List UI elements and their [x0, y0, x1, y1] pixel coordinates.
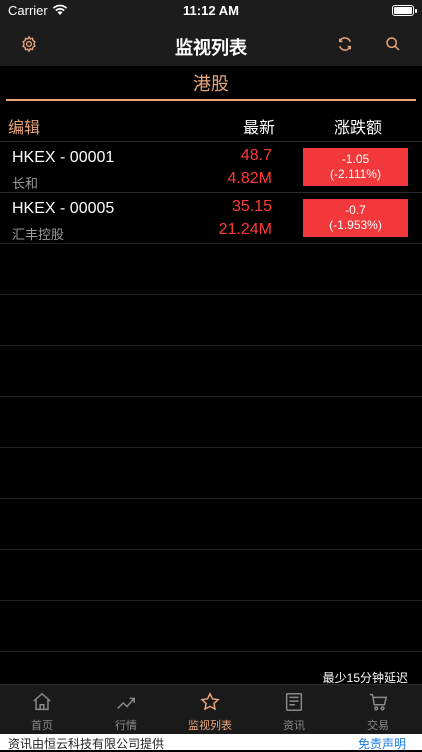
latest-column-header: 最新 — [243, 120, 276, 137]
tab-trade[interactable]: 交易 — [336, 685, 420, 735]
change-percent: (-2.111%) — [330, 167, 381, 181]
stock-price: 35.15 — [231, 198, 272, 215]
refresh-icon[interactable] — [334, 33, 356, 55]
empty-row — [0, 294, 422, 345]
search-icon[interactable] — [382, 33, 404, 55]
stock-row[interactable]: HKEX - 00001 长和 48.7 4.82M -1.05 (-2.111… — [0, 141, 422, 192]
battery-icon — [392, 5, 417, 16]
tab-market[interactable]: 行情 — [84, 685, 168, 735]
page-title: 监视列表 — [175, 38, 247, 58]
disclaimer-link[interactable]: 免责声明 — [358, 735, 406, 752]
trend-icon — [84, 691, 168, 713]
clock: 11:12 AM — [183, 3, 239, 18]
stock-volume: 4.82M — [227, 170, 272, 187]
news-icon — [252, 691, 336, 713]
footer-bar: 资讯由恒云科技有限公司提供 免责声明 — [0, 734, 422, 752]
nav-bar: 监视列表 — [0, 22, 422, 66]
stock-price: 48.7 — [240, 147, 272, 164]
edit-button[interactable]: 编辑 — [8, 114, 40, 138]
empty-row — [0, 600, 422, 651]
tab-label: 监视列表 — [188, 720, 232, 732]
change-badge[interactable]: -0.7 (-1.953%) — [303, 199, 408, 237]
change-value: -0.7 — [345, 203, 366, 217]
stock-volume: 21.24M — [218, 221, 272, 238]
tab-label: 行情 — [115, 720, 137, 732]
empty-row — [0, 243, 422, 294]
tab-label: 交易 — [367, 720, 389, 732]
tab-label: 首页 — [31, 720, 53, 732]
tab-label: 资讯 — [283, 720, 305, 732]
market-section-title[interactable]: 港股 — [0, 70, 422, 96]
change-value: -1.05 — [341, 152, 370, 166]
stock-name: 汇丰控股 — [12, 227, 65, 242]
empty-row — [0, 498, 422, 549]
empty-row — [0, 345, 422, 396]
column-header: 编辑 最新 涨跌额 — [0, 108, 422, 138]
stock-name: 长和 — [12, 176, 39, 191]
change-column-header[interactable]: 涨跌额 — [334, 114, 382, 138]
change-percent: (-1.953%) — [329, 218, 382, 232]
tab-home[interactable]: 首页 — [0, 685, 84, 735]
tab-news[interactable]: 资讯 — [252, 685, 336, 735]
stock-row[interactable]: HKEX - 00005 汇丰控股 35.15 21.24M -0.7 (-1.… — [0, 192, 422, 243]
empty-row — [0, 549, 422, 600]
home-icon — [0, 691, 84, 713]
status-bar: Carrier 11:12 AM — [0, 0, 422, 22]
data-source-note: 资讯由恒云科技有限公司提供 — [8, 737, 165, 751]
tab-bar: 首页 行情 监视列表 资讯 交易 — [0, 684, 422, 735]
cart-icon — [336, 691, 420, 713]
tab-watchlist[interactable]: 监视列表 — [168, 685, 252, 735]
stock-code: HKEX - 00005 — [12, 200, 115, 217]
star-icon — [168, 691, 252, 713]
empty-row — [0, 396, 422, 447]
stock-code: HKEX - 00001 — [12, 149, 115, 166]
change-badge[interactable]: -1.05 (-2.111%) — [303, 148, 408, 186]
empty-row — [0, 447, 422, 498]
section-divider — [6, 99, 416, 101]
